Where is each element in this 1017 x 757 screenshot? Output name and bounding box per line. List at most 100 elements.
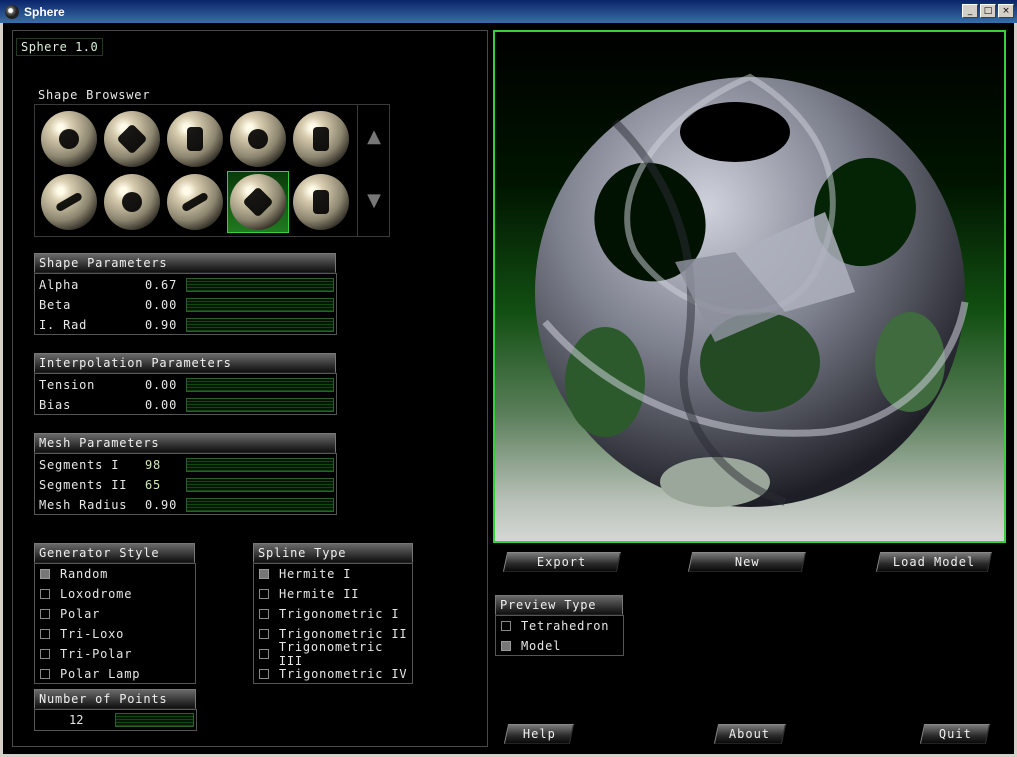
checkbox-icon (259, 629, 269, 639)
param-label: Bias (39, 398, 72, 412)
spline-option-trig-iv[interactable]: Trigonometric IV (259, 664, 407, 684)
preview-option-model[interactable]: Model (501, 636, 561, 656)
mesh-parameters-group: Segments I 98 Segments II 65 Mesh Radius… (34, 453, 337, 515)
option-label: Tri-Polar (60, 647, 133, 661)
quit-button[interactable]: Quit (919, 724, 991, 744)
option-label: Tri-Loxo (60, 627, 125, 641)
checkbox-icon (40, 669, 50, 679)
generator-option-loxodrome[interactable]: Loxodrome (40, 584, 132, 604)
option-label: Loxodrome (60, 587, 133, 601)
checkbox-icon (40, 629, 50, 639)
shape-thumbnail[interactable] (38, 108, 100, 170)
spline-option-hermite-ii[interactable]: Hermite II (259, 584, 359, 604)
shape-thumbnail-selected[interactable] (227, 171, 289, 233)
segments-i-slider[interactable] (186, 458, 334, 472)
generator-option-polar[interactable]: Polar (40, 604, 100, 624)
shape-thumbnail[interactable] (38, 171, 100, 233)
param-row-beta: Beta 0.00 (35, 295, 336, 315)
arrow-up-icon[interactable]: ▲ (364, 127, 384, 147)
shape-thumbnail[interactable] (290, 171, 352, 233)
param-label: Alpha (39, 278, 80, 292)
param-value: 0.00 (145, 298, 178, 312)
maximize-icon[interactable]: □ (980, 4, 996, 18)
shape-thumbnail[interactable] (101, 108, 163, 170)
interpolation-parameters-header: Interpolation Parameters (34, 353, 336, 373)
checkbox-icon (501, 641, 511, 651)
shape-preview-icon (167, 174, 223, 230)
shape-parameters-group: Alpha 0.67 Beta 0.00 I. Rad 0.90 (34, 273, 337, 335)
preview-viewport[interactable] (493, 30, 1006, 543)
app-title: Sphere 1.0 (16, 38, 104, 56)
i-rad-slider[interactable] (186, 318, 334, 332)
param-row-alpha: Alpha 0.67 (35, 275, 336, 295)
arrow-down-icon[interactable]: ▼ (364, 191, 384, 211)
load-model-button-label: Load Model (892, 555, 976, 569)
load-model-button[interactable]: Load Model (875, 552, 993, 572)
option-label: Hermite I (279, 567, 352, 581)
spline-option-trig-iii[interactable]: Trigonometric III (259, 640, 412, 668)
shape-thumbnail[interactable] (227, 108, 289, 170)
param-label: Tension (39, 378, 96, 392)
about-button[interactable]: About (713, 724, 787, 744)
param-value: 0.67 (145, 278, 178, 292)
shape-thumbnail[interactable] (164, 108, 226, 170)
spline-option-hermite-i[interactable]: Hermite I (259, 564, 351, 584)
checkbox-icon (259, 669, 269, 679)
interpolation-parameters-group: Tension 0.00 Bias 0.00 (34, 373, 337, 415)
param-value: 0.00 (145, 398, 178, 412)
shape-preview-icon (104, 111, 160, 167)
generator-option-polar-lamp[interactable]: Polar Lamp (40, 664, 140, 684)
param-label: Mesh Radius (39, 498, 128, 512)
spline-type-group: Hermite I Hermite II Trigonometric I Tri… (253, 563, 413, 684)
minimize-icon[interactable]: _ (962, 4, 978, 18)
alpha-slider[interactable] (186, 278, 334, 292)
shape-thumbnail[interactable] (290, 108, 352, 170)
mesh-radius-slider[interactable] (186, 498, 334, 512)
number-of-points-slider[interactable] (115, 713, 194, 727)
shape-preview-icon (41, 174, 97, 230)
param-row-segments-i: Segments I 98 (35, 455, 336, 475)
option-label: Polar Lamp (60, 667, 141, 681)
param-label: Beta (39, 298, 72, 312)
param-label: I. Rad (39, 318, 88, 332)
shape-browser-scroller: ▲ ▼ (357, 105, 390, 236)
option-label: Random (60, 567, 109, 581)
bias-slider[interactable] (186, 398, 334, 412)
option-label: Tetrahedron (521, 619, 610, 633)
option-label: Polar (60, 607, 101, 621)
shape-thumbnail[interactable] (101, 171, 163, 233)
segments-ii-slider[interactable] (186, 478, 334, 492)
shape-thumbnail[interactable] (164, 171, 226, 233)
beta-slider[interactable] (186, 298, 334, 312)
shape-preview-icon (167, 111, 223, 167)
number-of-points-group: 12 (34, 709, 197, 731)
shape-parameters-header: Shape Parameters (34, 253, 336, 273)
generator-option-tri-polar[interactable]: Tri-Polar (40, 644, 132, 664)
spline-type-header: Spline Type (253, 543, 413, 563)
generator-option-random[interactable]: Random (40, 564, 108, 584)
preview-option-tetrahedron[interactable]: Tetrahedron (501, 616, 609, 636)
shape-preview-icon (293, 174, 349, 230)
param-value: 98 (145, 458, 162, 472)
number-of-points-header: Number of Points (34, 689, 196, 709)
checkbox-icon (40, 569, 50, 579)
param-row-segments-ii: Segments II 65 (35, 475, 336, 495)
param-row-mesh-radius: Mesh Radius 0.90 (35, 495, 336, 515)
quit-button-label: Quit (938, 727, 972, 741)
tension-slider[interactable] (186, 378, 334, 392)
help-button[interactable]: Help (503, 724, 575, 744)
shape-browser: ▲ ▼ (34, 104, 390, 237)
shape-preview-icon (41, 111, 97, 167)
app-icon (5, 4, 19, 19)
number-of-points-value: 12 (69, 713, 84, 727)
new-button[interactable]: New (687, 552, 807, 572)
export-button[interactable]: Export (502, 552, 622, 572)
generator-option-tri-loxo[interactable]: Tri-Loxo (40, 624, 124, 644)
help-button-label: Help (522, 727, 556, 741)
param-label: Segments II (39, 478, 128, 492)
close-icon[interactable]: × (998, 4, 1014, 18)
mesh-parameters-header: Mesh Parameters (34, 433, 336, 453)
checkbox-icon (40, 589, 50, 599)
spline-option-trig-i[interactable]: Trigonometric I (259, 604, 399, 624)
shape-preview-icon (104, 174, 160, 230)
